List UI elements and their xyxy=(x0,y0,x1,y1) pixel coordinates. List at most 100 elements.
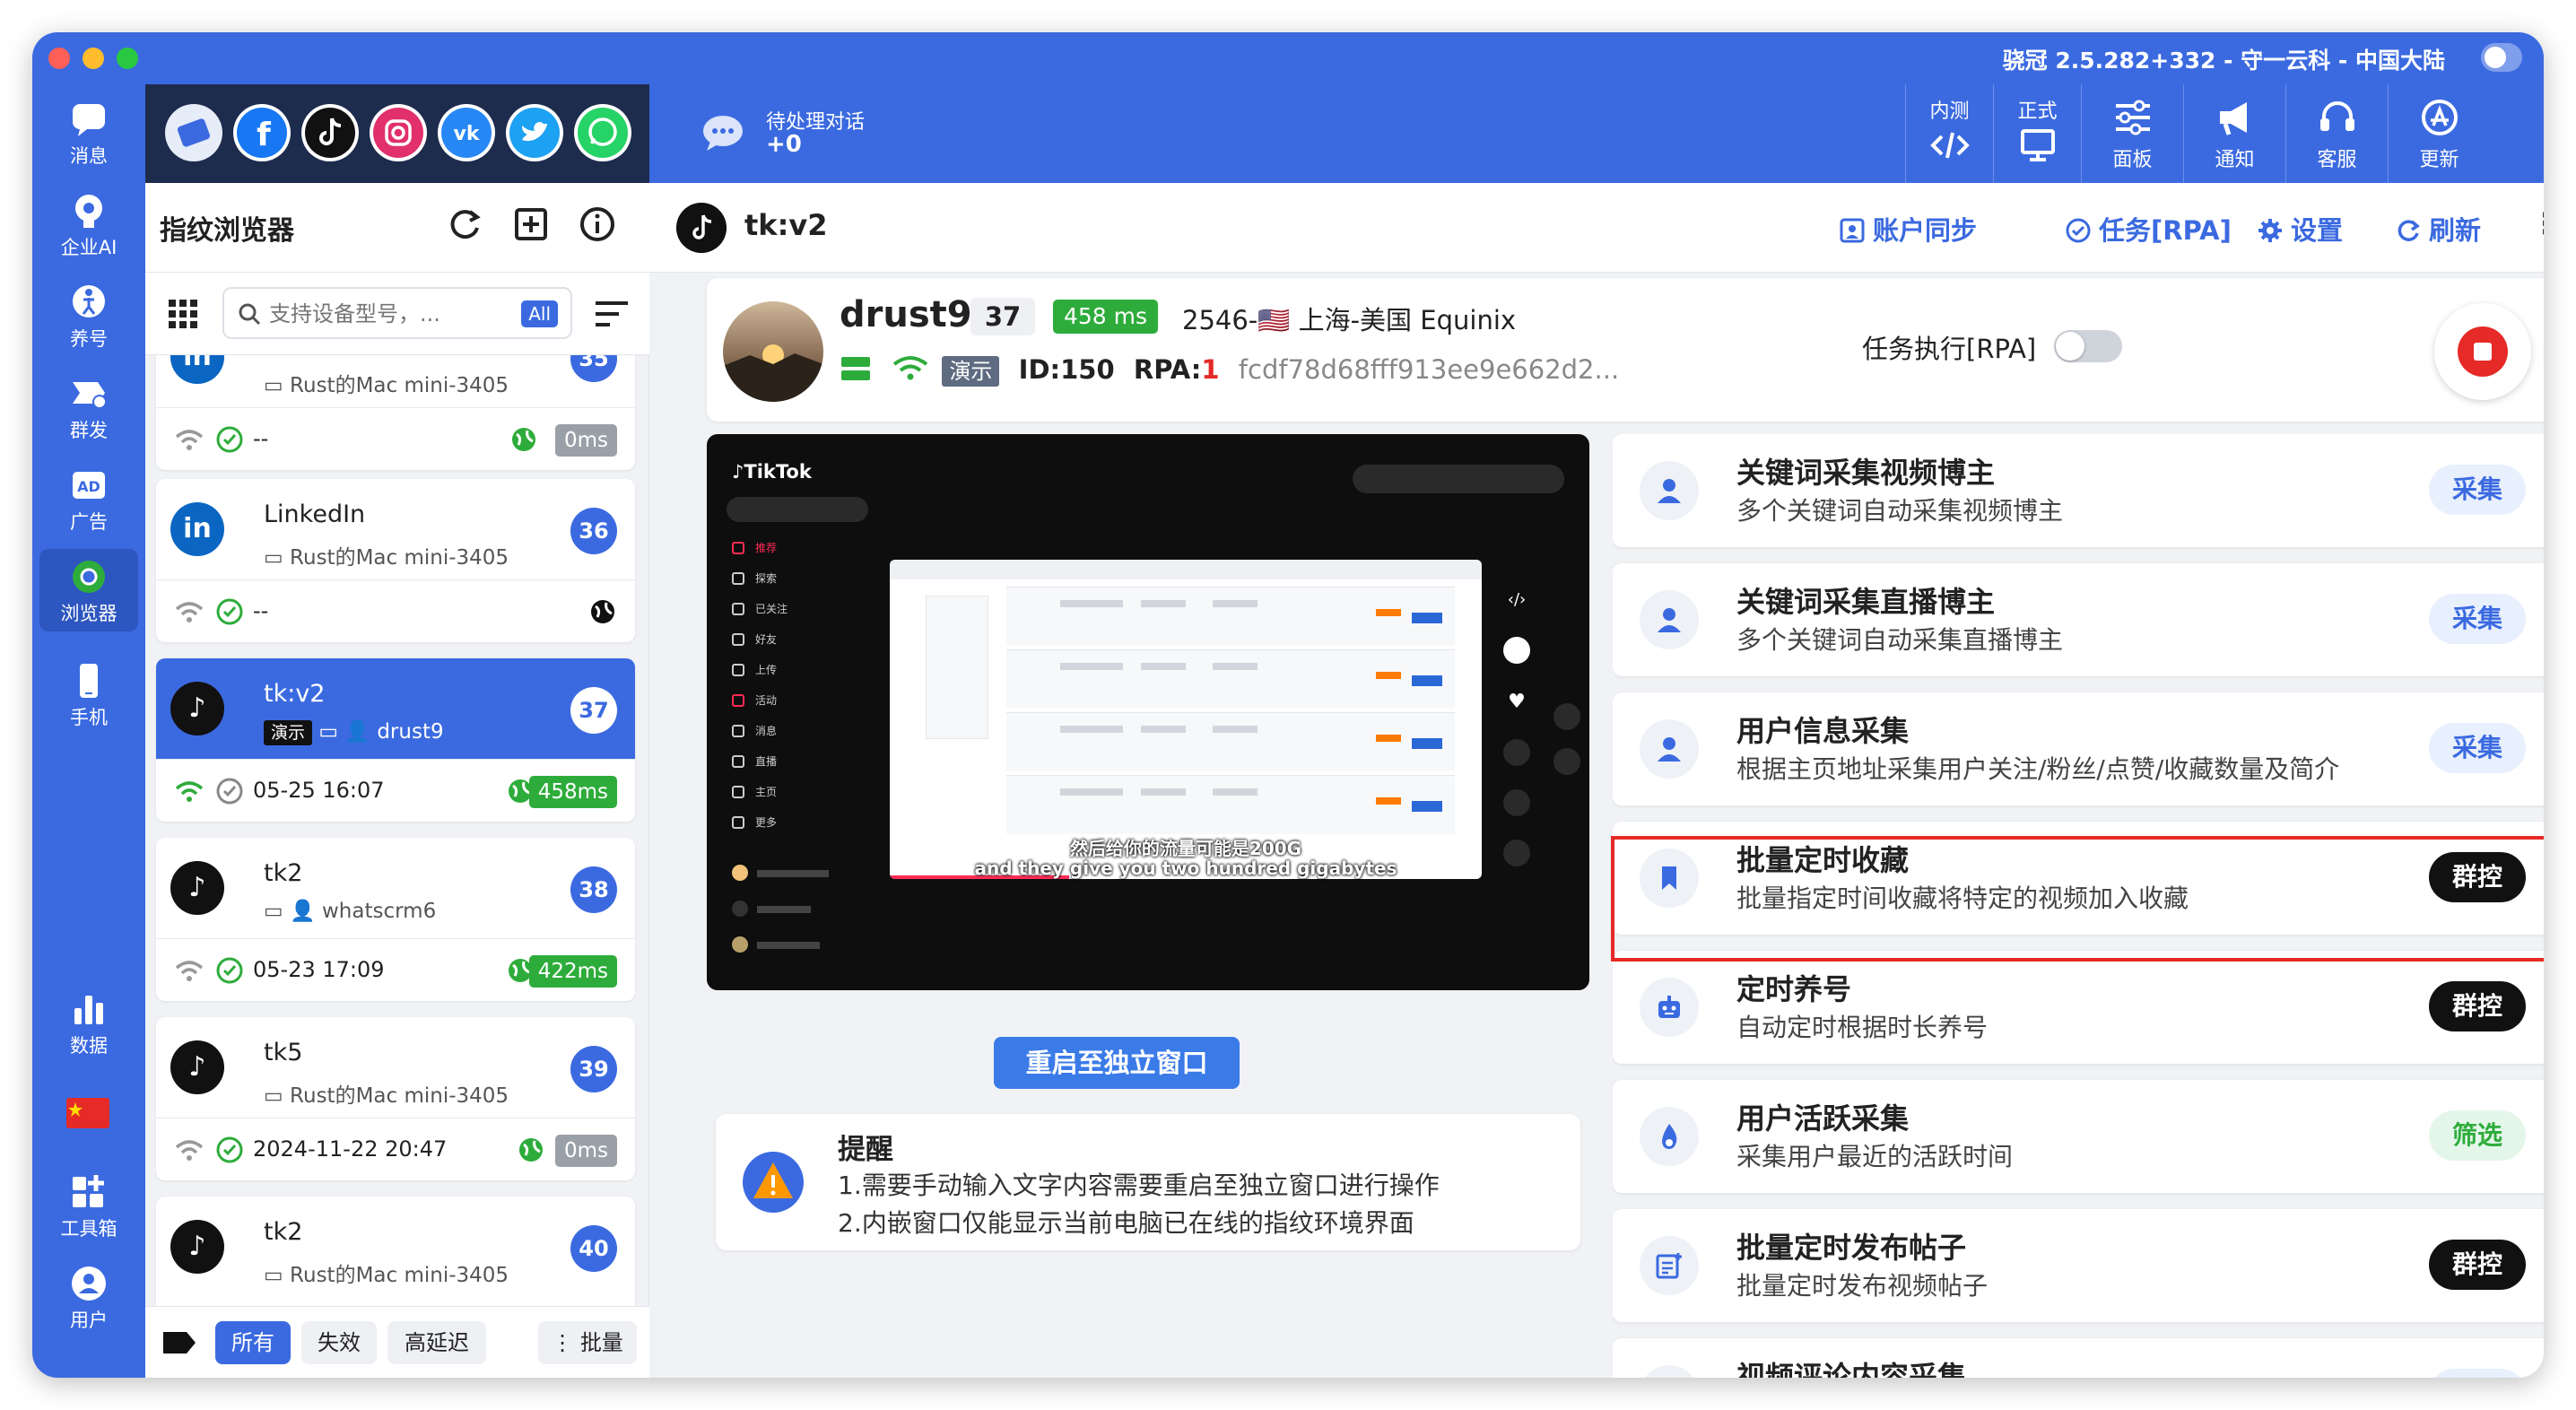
sidebar-filter-bar: 所有 失效 高延迟 ⋮ 批量 xyxy=(145,1306,649,1378)
sunset-photo-icon xyxy=(723,344,823,402)
rail-item-toolbox[interactable]: 工具箱 xyxy=(39,1164,138,1247)
device-icon: ▭ xyxy=(264,1264,291,1287)
close-window-button[interactable] xyxy=(48,48,70,69)
account-last-time: 2024-11-22 20:47 xyxy=(253,1136,448,1162)
panel-button[interactable]: 面板 xyxy=(2081,84,2183,183)
sort-icon[interactable] xyxy=(594,298,630,330)
phone-icon xyxy=(80,664,98,698)
vk-platform-button[interactable]: vk xyxy=(438,104,495,161)
minimize-window-button[interactable] xyxy=(83,48,104,69)
settings-button[interactable]: 设置 xyxy=(2257,210,2343,248)
batch-button[interactable]: ⋮ 批量 xyxy=(538,1321,637,1364)
notice-line: 1.需要手动输入文字内容需要重启至独立窗口进行操作 xyxy=(838,1171,1440,1200)
twitter-platform-button[interactable] xyxy=(506,104,563,161)
support-button[interactable]: 客服 xyxy=(2285,84,2388,183)
account-name: drust9 xyxy=(840,294,972,335)
task-title: 视频评论内容采集 xyxy=(1736,1360,1967,1378)
info-icon[interactable] xyxy=(576,203,619,246)
beta-button[interactable]: 内测 xyxy=(1905,84,1993,183)
rail-item-broadcast[interactable]: 群发 xyxy=(39,366,138,448)
task-card-keyword-live-creators[interactable]: 关键词采集直播博主 多个关键词自动采集直播博主 采集 xyxy=(1613,563,2544,676)
ping-badge: 458ms xyxy=(528,776,617,808)
rail-item-data[interactable]: 数据 xyxy=(39,981,138,1064)
account-card[interactable]: ♪ tk2 ▭ 👤 whatscrm6 38 05-23 17:09 422ms xyxy=(156,838,635,1001)
user-icon xyxy=(72,1266,106,1301)
instagram-platform-button[interactable] xyxy=(370,104,427,161)
rpa-exec-toggle[interactable] xyxy=(2054,330,2122,362)
account-card[interactable]: in in ▭ Rust的Mac mini-3405 35 -- 0ms xyxy=(156,355,635,470)
account-card[interactable]: ♪ tk2 ▭ Rust的Mac mini-3405 40 xyxy=(156,1197,635,1306)
embedded-browser-preview[interactable]: ♪TikTok 推荐 探索 已关注 好友 上传 活动 消息 直播 主页 更多 然… xyxy=(707,434,1589,990)
wifi-icon xyxy=(175,602,204,622)
task-collect-button[interactable]: 采集 xyxy=(2429,723,2526,773)
tiktok-platform-button[interactable] xyxy=(301,104,359,161)
account-name: tk5 xyxy=(264,1039,303,1066)
search-input[interactable] xyxy=(269,298,502,330)
stop-button[interactable] xyxy=(2434,303,2531,400)
account-card[interactable]: in LinkedIn ▭ Rust的Mac mini-3405 36 -- xyxy=(156,479,635,642)
task-card-user-info-collect[interactable]: 用户信息采集 根据主页地址采集用户关注/粉丝/点赞/收藏数量及简介 采集 xyxy=(1613,692,2544,805)
account-header-card: drust9 37 458 ms 2546-🇺🇸 上海-美国 Equinix 演… xyxy=(707,278,2544,422)
account-name: in xyxy=(264,355,286,356)
china-flag-icon[interactable] xyxy=(66,1098,109,1128)
task-collect-button[interactable]: 采集 xyxy=(2429,594,2526,644)
account-device: ▭ Rust的Mac mini-3405 xyxy=(264,374,509,397)
more-vert-icon[interactable]: ⋮ xyxy=(2531,206,2544,240)
tiktok-icon xyxy=(676,203,727,253)
whatsapp-icon xyxy=(578,108,628,158)
task-card-user-activity-collect[interactable]: 用户活跃采集 采集用户最近的活跃时间 筛选 xyxy=(1613,1080,2544,1193)
rail-item-browser[interactable]: 浏览器 xyxy=(39,549,138,631)
rpa-task-button[interactable]: 任务[RPA] xyxy=(2065,210,2232,248)
titlebar-toggle[interactable] xyxy=(2481,43,2522,72)
rail-item-user[interactable]: 用户 xyxy=(39,1256,138,1338)
account-number: 37 xyxy=(570,687,617,734)
task-card-batch-scheduled-post[interactable]: 批量定时发布帖子 批量定时发布视频帖子 群控 xyxy=(1613,1209,2544,1322)
task-filter-button[interactable]: 筛选 xyxy=(2429,1110,2526,1161)
facebook-icon: f xyxy=(237,108,287,158)
task-collect-button[interactable]: 采集 xyxy=(2429,1369,2526,1378)
update-button[interactable]: 更新 xyxy=(2388,84,2490,183)
facebook-platform-button[interactable]: f xyxy=(233,104,291,161)
browser-platform-button[interactable] xyxy=(165,104,222,161)
search-scope-all[interactable]: All xyxy=(521,300,558,327)
tiktok-avatar: ♪ xyxy=(170,861,224,915)
task-card-keyword-video-creators[interactable]: 关键词采集视频博主 多个关键词自动采集视频博主 采集 xyxy=(1613,434,2544,547)
label-tag-icon[interactable] xyxy=(161,1328,197,1357)
notify-button[interactable]: 通知 xyxy=(2183,84,2285,183)
rail-item-nurture[interactable]: 养号 xyxy=(39,274,138,357)
rpa-label: RPA: xyxy=(1133,354,1202,385)
filter-high-latency-button[interactable]: 高延迟 xyxy=(387,1321,486,1364)
profile-tab-bar: tk:v2 账户同步 任务[RPA] 设置 刷新 ⋮ xyxy=(649,183,2544,273)
sidebar-title: 指纹浏览器 xyxy=(160,215,294,247)
filter-invalid-button[interactable]: 失效 xyxy=(301,1321,377,1364)
grid-view-icon[interactable] xyxy=(167,298,199,330)
rail-item-messages[interactable]: 消息 xyxy=(39,91,138,174)
headset-icon xyxy=(2319,101,2354,131)
preview-nav-item: 推荐 xyxy=(732,540,777,555)
rail-item-ai[interactable]: 企业AI xyxy=(39,183,138,265)
release-button[interactable]: 正式 xyxy=(1993,84,2081,183)
whatsapp-platform-button[interactable] xyxy=(574,104,631,161)
task-card-video-comment-collect[interactable]: 视频评论内容采集 采集 xyxy=(1613,1338,2544,1378)
account-sync-button[interactable]: 账户同步 xyxy=(1839,210,1977,248)
refresh-button[interactable]: 刷新 xyxy=(2395,210,2481,248)
account-number: 35 xyxy=(570,355,617,382)
preview-nav-item: 消息 xyxy=(732,723,777,738)
filter-all-button[interactable]: 所有 xyxy=(215,1321,291,1364)
tiktok-note-icon: ♪ xyxy=(732,461,744,483)
account-card[interactable]: ♪ tk5 ▭ Rust的Mac mini-3405 39 2024-11-22… xyxy=(156,1017,635,1180)
task-card-scheduled-nurture[interactable]: 定时养号 自动定时根据时长养号 群控 xyxy=(1613,951,2544,1064)
add-box-icon[interactable] xyxy=(509,203,553,246)
task-group-control-button[interactable]: 群控 xyxy=(2429,1240,2526,1290)
rail-item-phone[interactable]: 手机 xyxy=(39,653,138,735)
maximize-window-button[interactable] xyxy=(117,48,138,69)
rail-item-ads[interactable]: AD 广告 xyxy=(39,457,138,540)
ad-icon: AD xyxy=(73,472,105,499)
task-collect-button[interactable]: 采集 xyxy=(2429,465,2526,515)
account-card-selected[interactable]: ♪ tk:v2 演示 ▭ 👤 drust9 37 05-25 16:07 458… xyxy=(156,658,635,822)
social-platform-bar: f vk xyxy=(145,84,649,183)
restart-standalone-window-button[interactable]: 重启至独立窗口 xyxy=(994,1037,1240,1089)
search-icon xyxy=(239,303,261,326)
reload-icon[interactable] xyxy=(443,203,486,246)
task-group-control-button[interactable]: 群控 xyxy=(2429,981,2526,1031)
